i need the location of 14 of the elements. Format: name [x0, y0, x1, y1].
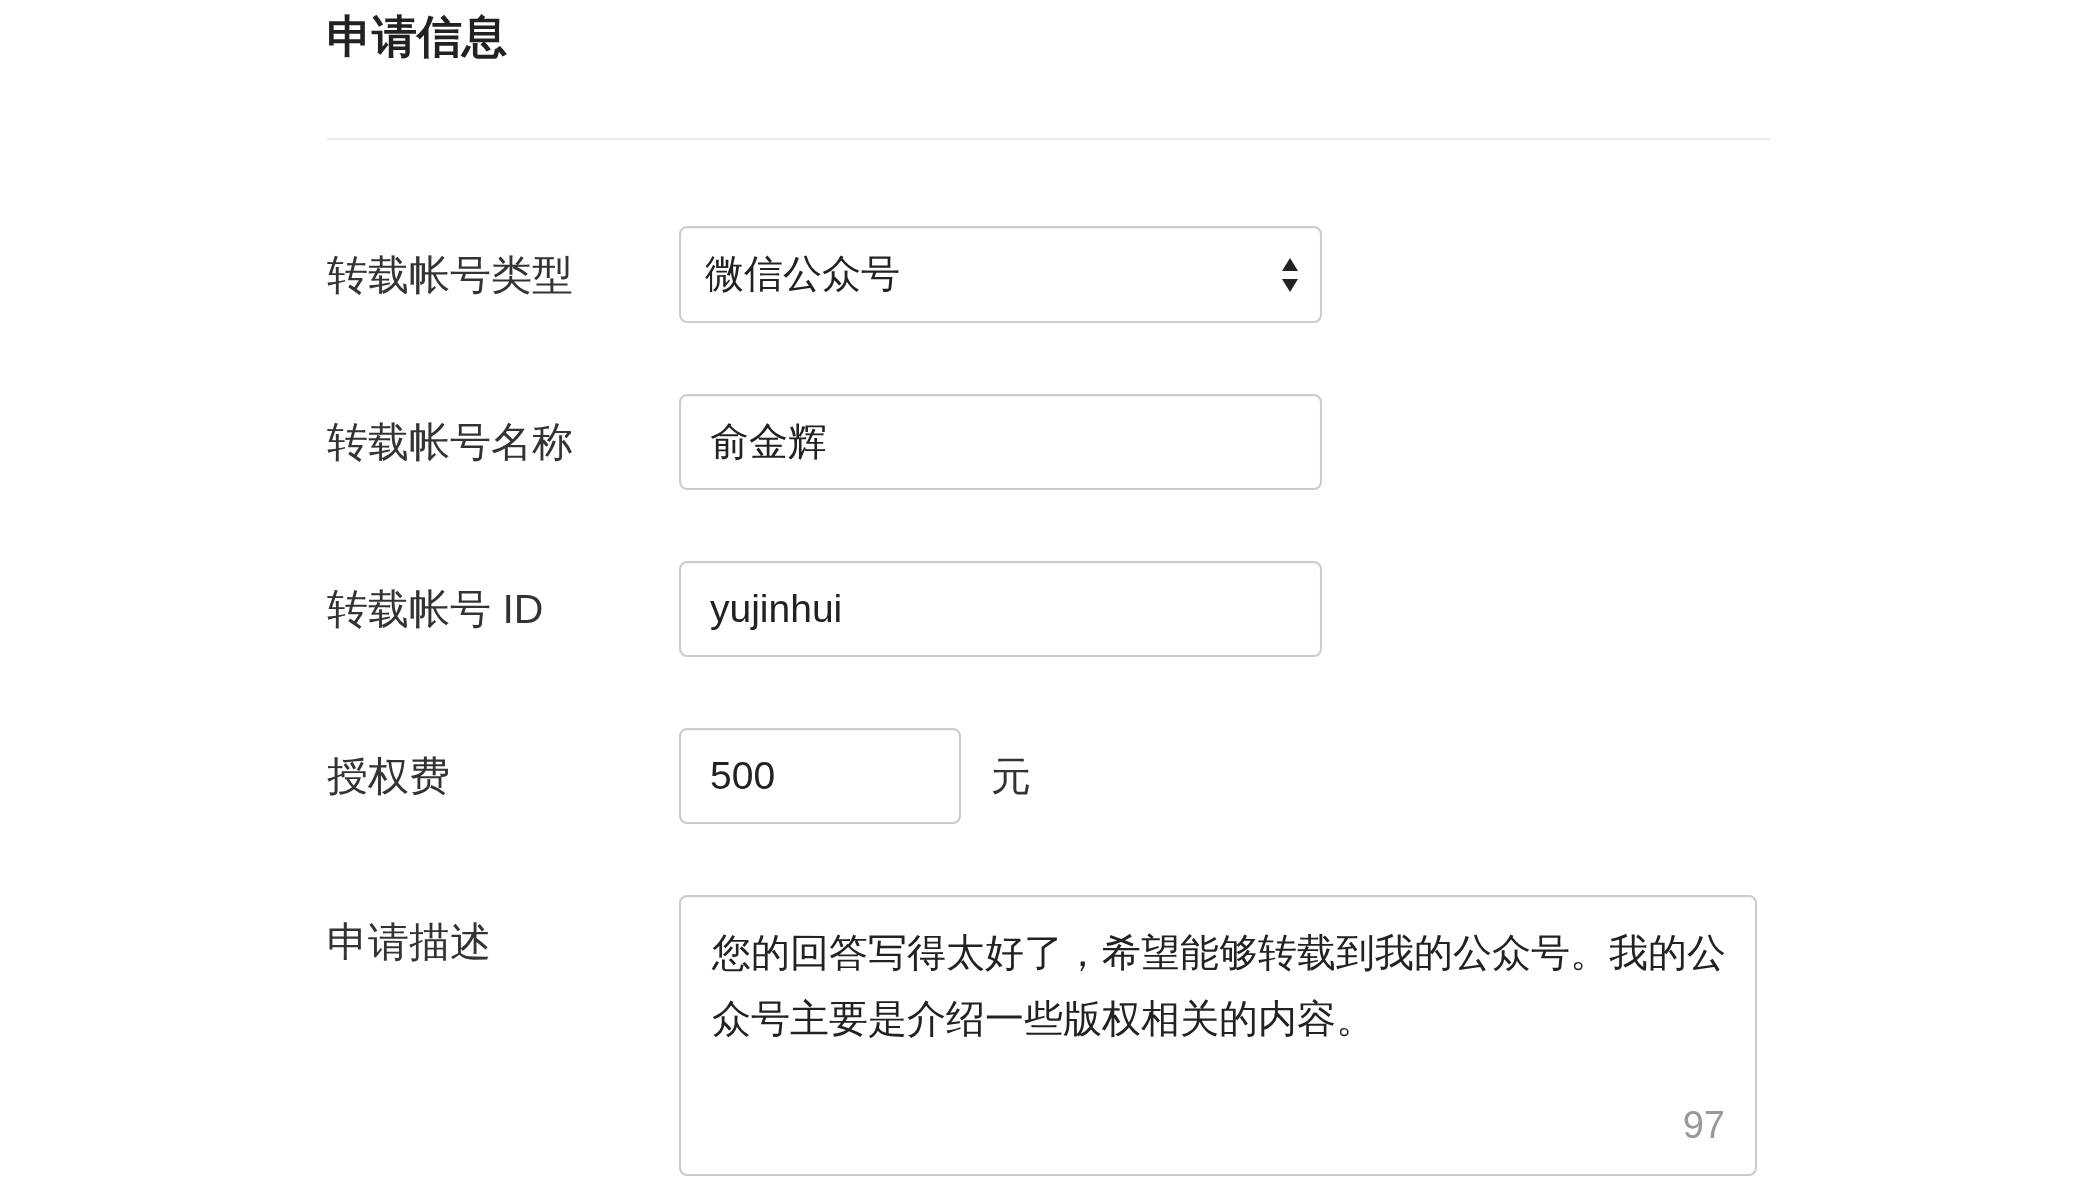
field-label: 申请描述	[327, 918, 491, 967]
text-input[interactable]: yujinhui	[679, 561, 1322, 657]
fee-input[interactable]: 500	[679, 728, 961, 824]
description-textarea[interactable]: 您的回答写得太好了，希望能够转载到我的公众号。我的公众号主要是介绍一些版权相关的内容。 97	[679, 895, 1757, 1176]
field-label: 转载帐号 ID	[327, 585, 544, 634]
account-type-select[interactable]: 微信公众号	[679, 226, 1322, 323]
select-arrows-icon	[1282, 257, 1298, 292]
text-input[interactable]: 俞金辉	[679, 394, 1322, 490]
unit-label: 元	[991, 753, 1031, 800]
character-counter: 97	[1682, 1103, 1725, 1148]
field-label: 授权费	[327, 752, 450, 801]
field-label: 转载帐号名称	[327, 418, 573, 467]
field-label: 转载帐号类型	[327, 250, 573, 300]
section-title: 申请信息	[327, 12, 507, 62]
